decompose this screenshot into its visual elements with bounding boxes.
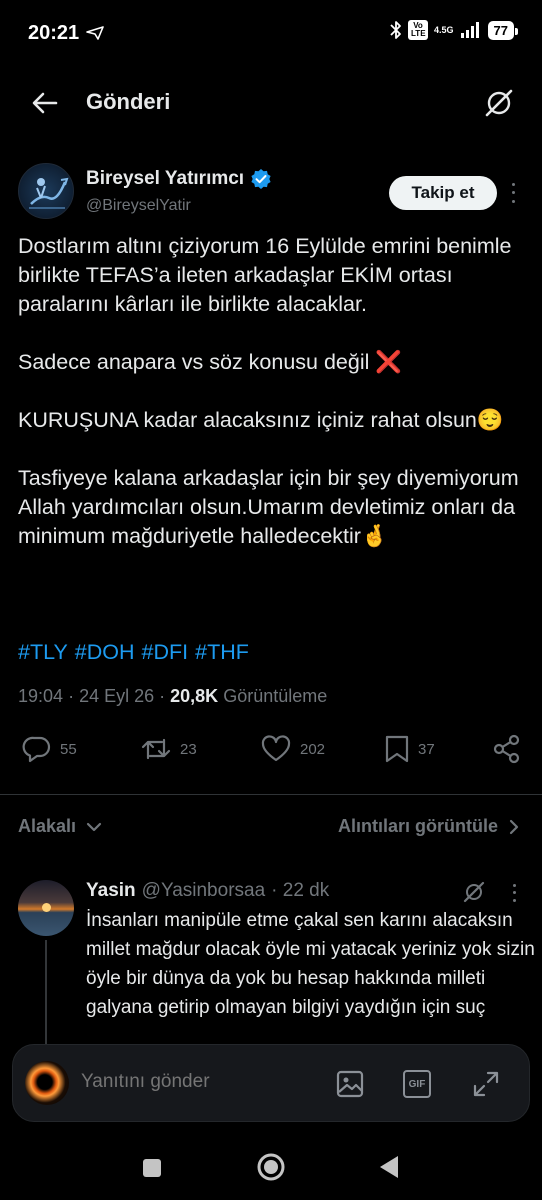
network-type: 4.5G: [434, 25, 454, 35]
volte-badge: Vo LTE: [408, 20, 429, 40]
related-label: Alakalı: [18, 816, 77, 836]
verified-badge-icon: [251, 169, 271, 189]
grok-icon[interactable]: [462, 880, 486, 904]
page-title: Gönderi: [86, 89, 171, 114]
bookmark-icon: [385, 735, 409, 763]
author-name[interactable]: Bireysel Yatırımcı: [86, 168, 272, 190]
tweet-paragraph: Tasfiyeye kalana arkadaşlar için bir şey…: [18, 466, 519, 548]
expand-icon[interactable]: [471, 1069, 501, 1099]
tweet-text: Dostlarım altını çiziyorum 16 Eylülde em…: [18, 232, 533, 551]
author-name-text: Bireysel Yatırımcı: [86, 168, 245, 189]
related-dropdown[interactable]: Alakalı: [18, 816, 102, 837]
tweet-paragraph: KURUŞUNA kadar alacaksınız içiniz rahat …: [18, 408, 504, 432]
hashtag-link[interactable]: #DOH: [75, 640, 135, 665]
author-avatar[interactable]: [18, 163, 74, 219]
grok-icon[interactable]: [482, 86, 516, 120]
bluetooth-icon: [390, 21, 401, 39]
hashtag-link[interactable]: #THF: [195, 640, 249, 665]
meta-separator: ·: [159, 686, 171, 706]
heart-icon: [261, 735, 291, 762]
meta-separator: ·: [68, 686, 80, 706]
author-handle[interactable]: @BireyselYatir: [86, 197, 191, 215]
battery-indicator: 77: [487, 20, 519, 40]
tweet-actions: 55 23 202 37: [0, 734, 542, 774]
hashtag-link[interactable]: #TLY: [18, 640, 68, 665]
views-count: 20,8K: [170, 686, 219, 706]
more-options-icon[interactable]: [506, 180, 520, 206]
back-arrow-icon[interactable]: [30, 88, 60, 118]
image-icon[interactable]: [335, 1069, 365, 1099]
reply-composer: GIF: [12, 1044, 530, 1122]
gif-icon[interactable]: GIF: [403, 1070, 431, 1098]
views-label[interactable]: Görüntüleme: [223, 686, 327, 706]
system-nav-bar: [0, 1140, 542, 1200]
user-avatar[interactable]: [25, 1061, 69, 1105]
chevron-down-icon: [86, 822, 102, 831]
reply-author-handle[interactable]: @Yasinborsaa: [142, 880, 266, 902]
reply-button[interactable]: 55: [22, 734, 77, 764]
signal-icon: [460, 22, 479, 38]
recent-apps-icon[interactable]: [140, 1152, 164, 1182]
status-time: 20:21: [28, 22, 80, 44]
like-button[interactable]: 202: [260, 734, 325, 764]
view-quotes-link[interactable]: Alıntıları görüntüle: [338, 816, 520, 837]
section-divider: [0, 794, 542, 795]
follow-button[interactable]: Takip et: [389, 176, 497, 210]
like-count: 202: [300, 740, 326, 758]
reply-author-name[interactable]: Yasin: [86, 880, 136, 902]
reply-text: İnsanları manipüle etme çakal sen karını…: [86, 910, 535, 1018]
retweet-count: 23: [180, 740, 197, 758]
reply-time: · 22 dk: [271, 880, 330, 901]
reply-header: Yasin @Yasinborsaa · 22 dk: [86, 880, 329, 902]
share-button[interactable]: [492, 734, 522, 764]
back-icon[interactable]: [376, 1152, 402, 1182]
tweet-time: 19:04: [18, 686, 64, 706]
reply-avatar[interactable]: [18, 880, 74, 936]
share-icon: [493, 734, 520, 764]
avatar-logo-icon: [29, 177, 69, 209]
reply-icon: [22, 736, 51, 763]
more-options-icon[interactable]: [508, 882, 520, 904]
status-bar: 20:21 Vo LTE 4.5G 77: [0, 0, 542, 68]
home-icon[interactable]: [254, 1152, 288, 1182]
hashtags: #TLY #DOH #DFI #THF: [18, 640, 249, 665]
bookmark-count: 37: [418, 740, 435, 758]
hashtag-link[interactable]: #DFI: [142, 640, 189, 665]
top-bar: Gönderi: [0, 76, 542, 128]
tweet-date: 24 Eyl 26: [79, 686, 155, 706]
reply-count: 55: [60, 740, 77, 758]
telegram-icon: [86, 26, 104, 40]
retweet-icon: [141, 738, 171, 760]
tweet-meta: 19:04 · 24 Eyl 26 · 20,8K Görüntüleme: [18, 686, 327, 707]
retweet-button[interactable]: 23: [140, 734, 197, 764]
thread-line: [45, 940, 47, 1050]
chevron-right-icon: [509, 819, 519, 834]
view-quotes-label: Alıntıları görüntüle: [338, 816, 498, 836]
status-icons: Vo LTE 4.5G 77: [390, 20, 519, 40]
tweet-paragraph: Dostlarım altını çiziyorum 16 Eylülde em…: [18, 234, 512, 316]
reply-input[interactable]: [81, 1071, 321, 1093]
tweet-paragraph: Sadece anapara vs söz konusu değil ❌: [18, 350, 403, 374]
bookmark-button[interactable]: 37: [384, 734, 435, 764]
